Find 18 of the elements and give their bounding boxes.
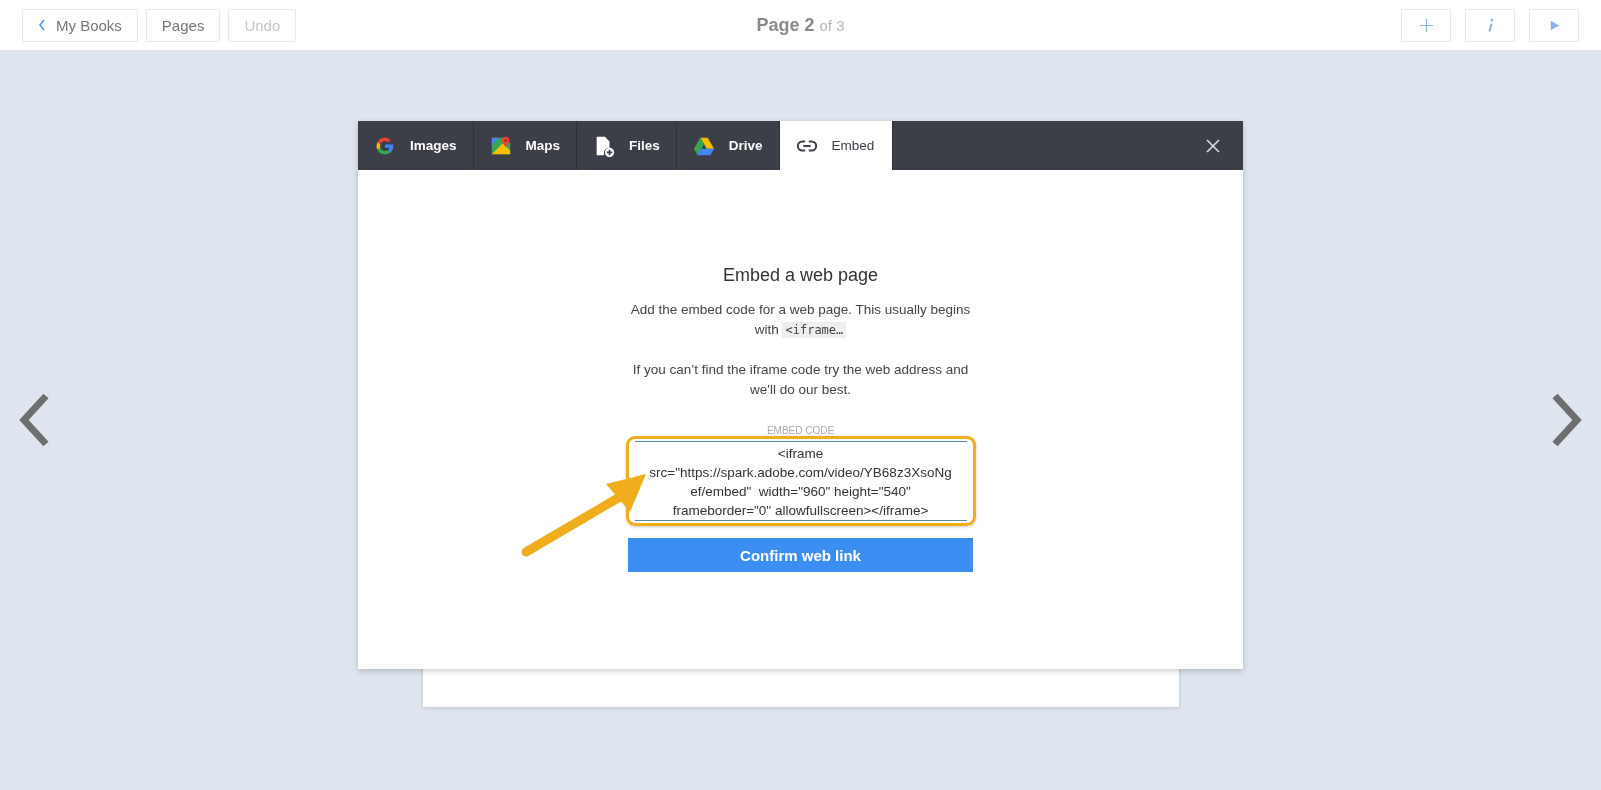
tab[interactable]: Drive xyxy=(676,121,780,170)
tab[interactable]: Embed xyxy=(779,121,894,170)
tab[interactable]: Files xyxy=(577,121,677,170)
description-text: Add the embed code for a web page. This usually begins with <iframe… xyxy=(629,301,972,340)
toolbar-button[interactable]: Pages xyxy=(145,8,221,42)
page-count: of 3 xyxy=(819,16,845,34)
plus-icon xyxy=(1418,17,1434,33)
embed-code-field[interactable]: <iframe src="https://spark.adobe.com/video/YB68z3XsoNgef/embed" width="960" height="540" frameborder="0" allowfullscreen></iframe> xyxy=(625,436,976,526)
tab[interactable]: Images xyxy=(358,121,474,170)
tab[interactable]: Maps xyxy=(473,121,578,170)
hint-text: If you can’t find the iframe code try the web address and we'll do our best. xyxy=(631,361,970,399)
back-button[interactable]: My Books xyxy=(22,8,138,42)
chevron-left-icon xyxy=(38,19,46,31)
map-pin-icon xyxy=(489,134,512,157)
field-label: EMBED CODE xyxy=(766,426,835,436)
page-title: Page 2 xyxy=(756,14,815,35)
dialog-heading: Embed a web page xyxy=(722,265,879,286)
close-button[interactable] xyxy=(1205,137,1221,154)
